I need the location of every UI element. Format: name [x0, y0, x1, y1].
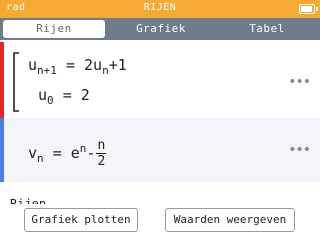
- system-brace-icon: [13, 52, 19, 112]
- tab-rijen[interactable]: Rijen: [3, 20, 105, 38]
- partial-text: Rijen: [10, 197, 47, 204]
- initial-term-equation: u0 = 2: [38, 86, 90, 107]
- sequence-row-u[interactable]: un+1 = 2un+1 u0 = 2 •••: [0, 42, 320, 118]
- battery-icon: [299, 4, 318, 14]
- sequence-row-v[interactable]: vn = en-n 2 •••: [0, 118, 320, 182]
- fraction: n2: [96, 138, 107, 169]
- tab-grafiek[interactable]: Grafiek: [110, 20, 212, 38]
- recurrence-equation: un+1 = 2un+1: [28, 56, 127, 77]
- sequence-color-marker: [0, 118, 4, 182]
- show-values-button[interactable]: Waarden weergeven: [165, 208, 295, 232]
- app-title: RIJEN: [143, 2, 177, 13]
- tab-bar: Rijen Grafiek Tabel: [0, 18, 320, 40]
- more-icon[interactable]: •••: [288, 74, 311, 90]
- sequence-color-marker: [0, 42, 4, 118]
- more-icon[interactable]: •••: [288, 142, 311, 158]
- tab-tabel[interactable]: Tabel: [216, 20, 318, 38]
- sequences-app: rad RIJEN Rijen Grafiek Tabel un+1 = 2un…: [0, 0, 320, 240]
- plot-graph-button[interactable]: Grafiek plotten: [24, 208, 138, 232]
- explicit-equation: vn = en-n 2: [28, 138, 107, 169]
- title-bar: rad RIJEN: [0, 0, 320, 18]
